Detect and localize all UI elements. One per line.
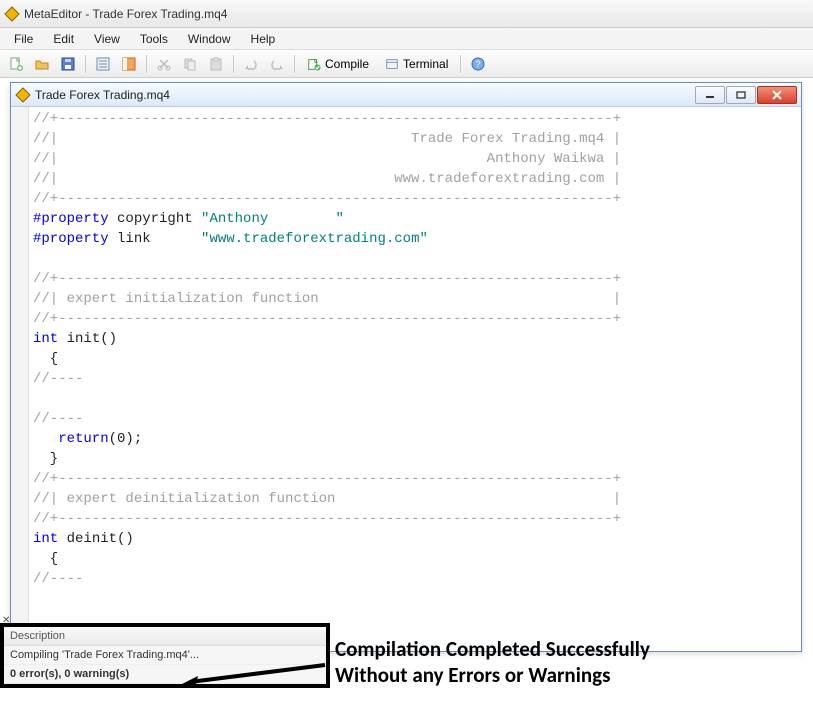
toolbar-separator — [460, 55, 461, 73]
cut-button[interactable] — [152, 53, 176, 75]
help-button[interactable]: ? — [466, 53, 490, 75]
output-row-result[interactable]: 0 error(s), 0 warning(s) — [4, 665, 326, 684]
annotation-line1: Compilation Completed Successfully — [335, 636, 650, 662]
undo-button[interactable] — [239, 53, 263, 75]
document-title: Trade Forex Trading.mq4 — [35, 88, 695, 102]
toolbar-separator — [85, 55, 86, 73]
code-content[interactable]: //+-------------------------------------… — [29, 107, 801, 651]
toolbar-separator — [233, 55, 234, 73]
navigator-button[interactable] — [117, 53, 141, 75]
compile-button[interactable]: Compile — [300, 53, 376, 75]
toolbar: Compile Terminal ? — [0, 50, 813, 78]
document-window: Trade Forex Trading.mq4 //+-------------… — [10, 82, 802, 652]
menu-edit[interactable]: Edit — [43, 30, 84, 48]
new-file-button[interactable] — [4, 53, 28, 75]
editor-gutter — [11, 107, 29, 651]
paste-button[interactable] — [204, 53, 228, 75]
document-icon — [15, 87, 31, 103]
document-titlebar: Trade Forex Trading.mq4 — [11, 83, 801, 107]
menu-window[interactable]: Window — [178, 30, 241, 48]
menubar: File Edit View Tools Window Help — [0, 28, 813, 50]
app-titlebar: MetaEditor - Trade Forex Trading.mq4 — [0, 0, 813, 28]
open-file-button[interactable] — [30, 53, 54, 75]
menu-tools[interactable]: Tools — [130, 30, 178, 48]
output-row-compiling[interactable]: Compiling 'Trade Forex Trading.mq4'... — [4, 646, 326, 665]
output-panel: ✕ Description Compiling 'Trade Forex Tra… — [0, 623, 330, 688]
menu-file[interactable]: File — [4, 30, 43, 48]
code-editor[interactable]: //+-------------------------------------… — [11, 107, 801, 651]
annotation-line2: Without any Errors or Warnings — [335, 662, 650, 688]
minimize-button[interactable] — [695, 86, 725, 104]
output-header[interactable]: Description — [4, 627, 326, 646]
close-button[interactable] — [757, 86, 797, 104]
menu-help[interactable]: Help — [241, 30, 286, 48]
toolbar-separator — [146, 55, 147, 73]
toolbar-separator — [294, 55, 295, 73]
terminal-label: Terminal — [403, 57, 448, 71]
save-button[interactable] — [56, 53, 80, 75]
app-icon — [4, 6, 20, 22]
terminal-button[interactable]: Terminal — [378, 53, 455, 75]
compile-label: Compile — [325, 57, 369, 71]
menu-view[interactable]: View — [84, 30, 130, 48]
app-title: MetaEditor - Trade Forex Trading.mq4 — [24, 7, 227, 21]
properties-button[interactable] — [91, 53, 115, 75]
maximize-button[interactable] — [726, 86, 756, 104]
annotation-text: Compilation Completed Successfully Witho… — [335, 636, 650, 688]
copy-button[interactable] — [178, 53, 202, 75]
redo-button[interactable] — [265, 53, 289, 75]
svg-text:?: ? — [476, 59, 481, 69]
panel-close-icon[interactable]: ✕ — [2, 615, 12, 625]
